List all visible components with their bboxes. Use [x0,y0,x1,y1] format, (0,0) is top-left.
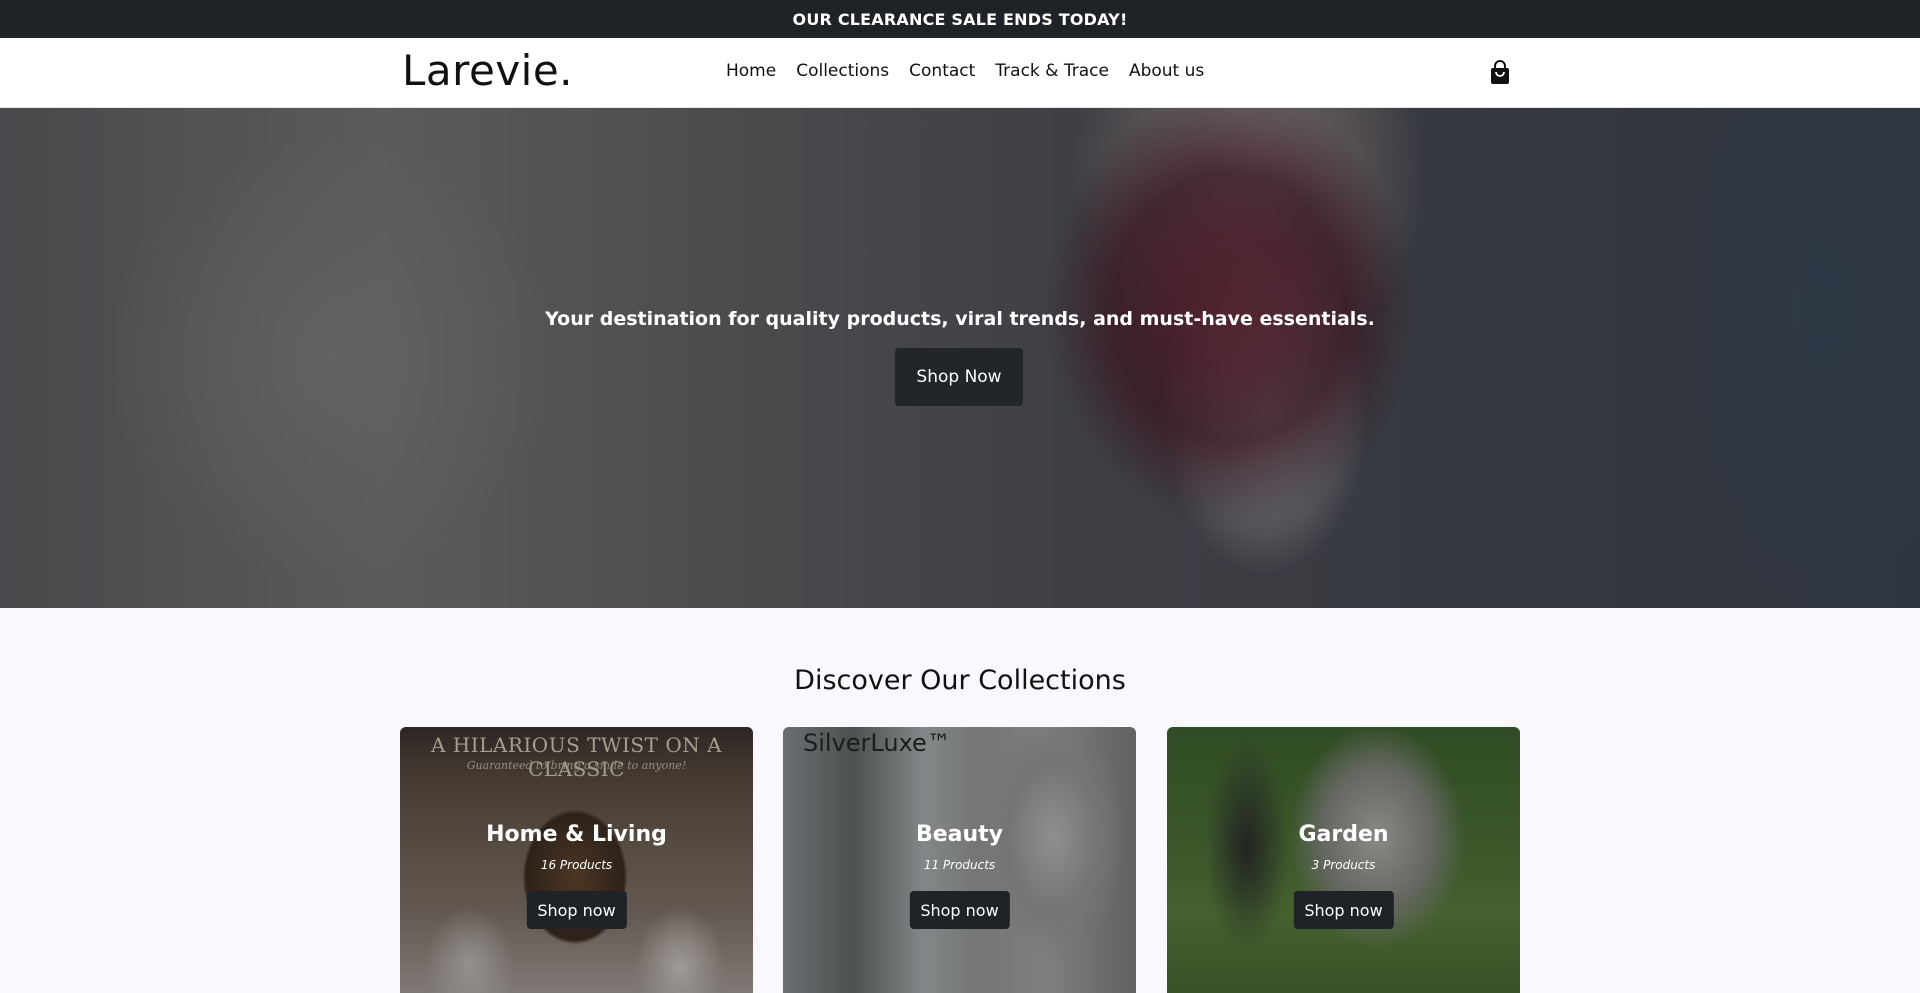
collections-title: Discover Our Collections [794,665,1126,696]
nav-contact[interactable]: Contact [909,61,975,81]
collection-card-garden[interactable]: Garden 3 Products Shop now [1167,727,1520,993]
announcement-text: OUR CLEARANCE SALE ENDS TODAY! [792,9,1128,29]
collection-shop-now-button[interactable]: Shop now [909,891,1010,929]
announcement-bar: OUR CLEARANCE SALE ENDS TODAY! [0,0,1920,38]
main-nav: Home Collections Contact Track & Trace A… [726,61,1204,81]
nav-about-us[interactable]: About us [1129,61,1204,81]
shop-now-button[interactable]: Shop Now [895,348,1023,406]
shopping-bag-icon[interactable] [1488,60,1512,86]
site-header: Larevie. Home Collections Contact Track … [0,38,1920,108]
collection-count: 11 Products [923,858,996,872]
collection-name: Home & Living [486,822,667,847]
collection-name: Garden [1298,822,1389,847]
collection-shop-now-button[interactable]: Shop now [1293,891,1394,929]
collection-name: Beauty [915,822,1004,847]
hero-tagline: Your destination for quality products, v… [545,308,1375,330]
collection-card-beauty[interactable]: SilverLuxe™ Beauty 11 Products Shop now [783,727,1136,993]
collection-count: 16 Products [540,858,613,872]
hero-banner: Your destination for quality products, v… [0,108,1920,608]
site-logo[interactable]: Larevie. [402,46,573,95]
collection-count: 3 Products [1311,858,1376,872]
nav-collections[interactable]: Collections [796,61,889,81]
collection-card-home-living[interactable]: A HILARIOUS TWIST ON A CLASSIC Guarantee… [400,727,753,993]
nav-track-trace[interactable]: Track & Trace [995,61,1109,81]
collection-shop-now-button[interactable]: Shop now [526,891,627,929]
nav-home[interactable]: Home [726,61,776,81]
